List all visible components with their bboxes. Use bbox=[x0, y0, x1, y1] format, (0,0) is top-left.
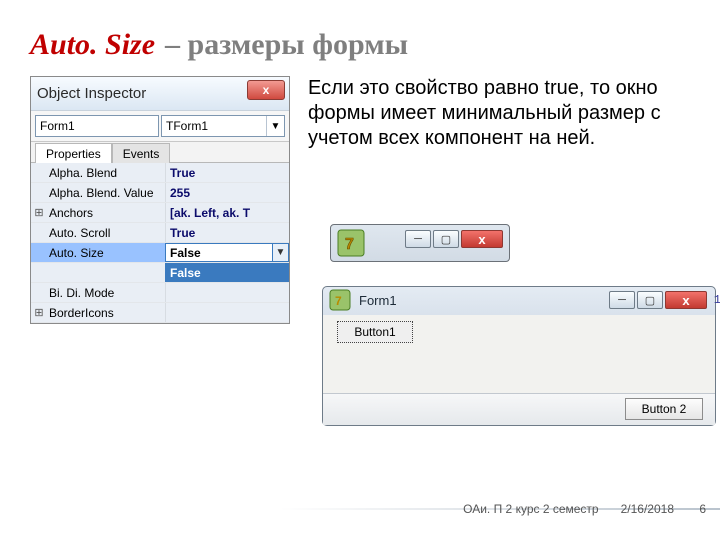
object-class: TForm1 bbox=[166, 119, 208, 133]
button2[interactable]: Button 2 bbox=[625, 398, 703, 420]
prop-value-autosize: False bbox=[170, 246, 201, 260]
property-row: Alpha. BlendTrue bbox=[31, 163, 289, 183]
close-icon[interactable]: x bbox=[247, 80, 285, 100]
property-grid: Alpha. BlendTrue Alpha. Blend. Value255 … bbox=[31, 163, 289, 323]
prop-value[interactable]: 255 bbox=[165, 183, 289, 202]
footer-date: 2/16/2018 bbox=[621, 502, 674, 516]
property-row: Alpha. Blend. Value255 bbox=[31, 183, 289, 203]
expand-icon[interactable]: ⊞ bbox=[31, 303, 47, 322]
prop-value[interactable]: [ak. Left, ak. T bbox=[165, 203, 289, 222]
dropdown-option-false[interactable]: False bbox=[165, 263, 289, 282]
tab-events[interactable]: Events bbox=[112, 143, 171, 163]
form1-window[interactable]: 7 Form1 ─ ▢ x Button1 Button 2 1 bbox=[322, 286, 716, 426]
inspector-tabs: Properties Events bbox=[31, 142, 289, 163]
maximize-icon[interactable]: ▢ bbox=[637, 291, 663, 309]
chevron-down-icon[interactable]: ▼ bbox=[272, 244, 288, 261]
delphi-icon: 7 bbox=[329, 289, 351, 311]
prop-name[interactable]: Anchors bbox=[47, 203, 165, 222]
collapsed-form-window[interactable]: 7 ─ ▢ x bbox=[330, 224, 510, 262]
svg-text:7: 7 bbox=[345, 236, 354, 253]
prop-value-editor[interactable]: False ▼ bbox=[165, 243, 289, 262]
object-inspector-titlebar[interactable]: Object Inspector x bbox=[31, 77, 289, 111]
prop-name[interactable]: BorderIcons bbox=[47, 303, 165, 322]
prop-name-autosize[interactable]: Auto. Size bbox=[47, 243, 165, 262]
object-inspector-window: Object Inspector x Form1 TForm1 ▼ Proper… bbox=[30, 76, 290, 324]
prop-value[interactable] bbox=[165, 303, 289, 322]
maximize-icon[interactable]: ▢ bbox=[433, 230, 459, 248]
close-icon[interactable]: x bbox=[461, 230, 503, 248]
prop-value[interactable]: True bbox=[165, 163, 289, 182]
form1-title: Form1 bbox=[359, 293, 397, 308]
prop-name[interactable]: Auto. Scroll bbox=[47, 223, 165, 242]
object-selector-class[interactable]: TForm1 ▼ bbox=[161, 115, 285, 137]
button1[interactable]: Button1 bbox=[337, 321, 413, 343]
object-name: Form1 bbox=[40, 119, 75, 133]
slide-title: Auto. Size – размеры формы bbox=[30, 28, 690, 62]
chevron-down-icon[interactable]: ▼ bbox=[266, 116, 284, 136]
title-rest: – размеры формы bbox=[165, 28, 408, 62]
property-row: Bi. Di. Mode bbox=[31, 283, 289, 303]
delphi-icon: 7 bbox=[337, 229, 365, 257]
page-number: 6 bbox=[699, 502, 706, 516]
description-paragraph: Если это свойство равно true, то окно фо… bbox=[308, 76, 708, 151]
slide-footer: ОАи. П 2 курс 2 семестр 2/16/2018 bbox=[0, 502, 720, 516]
property-row: ⊞BorderIcons bbox=[31, 303, 289, 323]
prop-value[interactable] bbox=[165, 283, 289, 302]
expand-icon[interactable]: ⊞ bbox=[31, 203, 47, 222]
footer-course: ОАи. П 2 курс 2 семестр bbox=[463, 502, 598, 516]
prop-name[interactable]: Alpha. Blend. Value bbox=[47, 183, 165, 202]
property-row: ⊞Anchors[ak. Left, ak. T bbox=[31, 203, 289, 223]
svg-text:7: 7 bbox=[335, 294, 342, 308]
prop-value[interactable]: True bbox=[165, 223, 289, 242]
tab-properties[interactable]: Properties bbox=[35, 143, 112, 163]
minimize-icon[interactable]: ─ bbox=[609, 291, 635, 309]
minimize-icon[interactable]: ─ bbox=[405, 230, 431, 248]
object-selector-name[interactable]: Form1 bbox=[35, 115, 159, 137]
close-icon[interactable]: x bbox=[665, 291, 707, 309]
window-title: Object Inspector bbox=[37, 85, 146, 102]
property-row: Auto. ScrollTrue bbox=[31, 223, 289, 243]
title-keyword: Auto. Size bbox=[30, 28, 155, 62]
side-marker: 1 bbox=[714, 293, 720, 307]
prop-name[interactable]: Bi. Di. Mode bbox=[47, 283, 165, 302]
property-dropdown-open: False bbox=[31, 263, 289, 283]
prop-name[interactable]: Alpha. Blend bbox=[47, 163, 165, 182]
property-row-selected: Auto. Size False ▼ bbox=[31, 243, 289, 263]
